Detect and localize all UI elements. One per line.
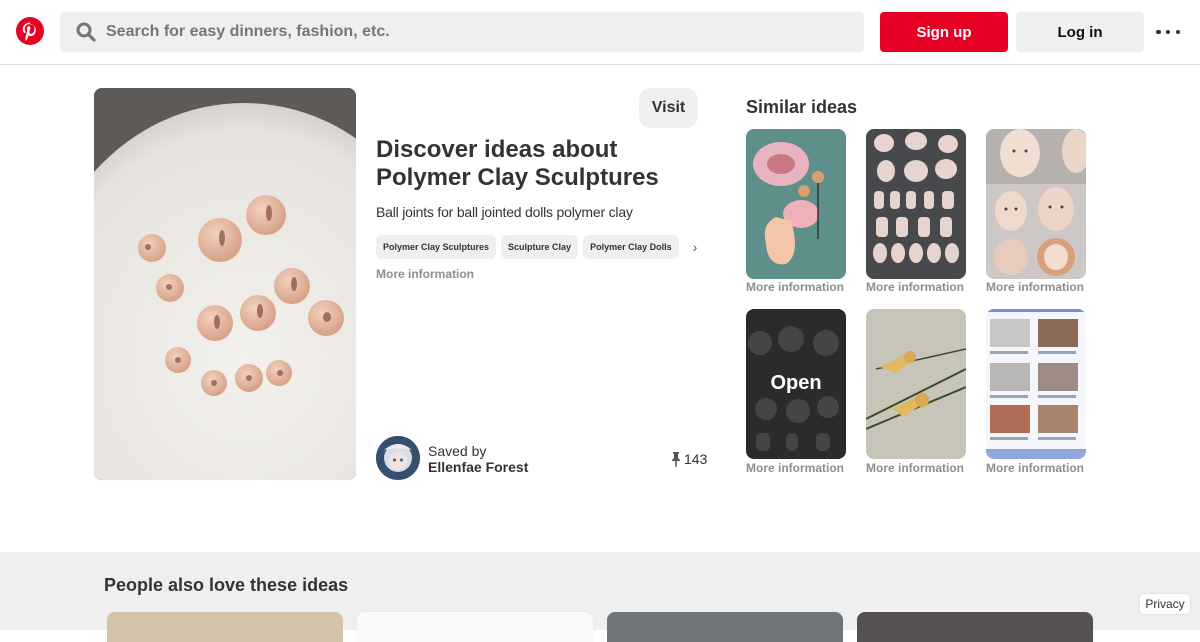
pin-description: Ball joints for ball jointed dolls polym…: [376, 204, 633, 220]
visit-button[interactable]: Visit: [639, 88, 698, 128]
idea-card[interactable]: [607, 612, 843, 642]
saved-by-label: Saved by: [428, 443, 487, 459]
more-information-link[interactable]: More information: [746, 461, 856, 475]
tag-sculpture-clay[interactable]: Sculpture Clay: [501, 235, 579, 259]
similar-ideas-heading: Similar ideas: [746, 97, 858, 117]
more-information-link[interactable]: More information: [376, 267, 474, 281]
similar-idea-thumb[interactable]: [986, 309, 1086, 459]
people-also-love-section: People also love these ideas: [0, 552, 1200, 642]
pin-image[interactable]: [94, 88, 356, 480]
more-information-link[interactable]: More information: [866, 280, 976, 294]
tag-polymer-clay-dolls[interactable]: Polymer Clay Dolls: [583, 235, 679, 259]
pin-title: Discover ideas about Polymer Clay Sculpt…: [376, 136, 659, 191]
similar-idea-thumb[interactable]: [746, 129, 846, 279]
pin-icon: [672, 452, 680, 467]
idea-card[interactable]: [107, 612, 343, 642]
avatar[interactable]: [376, 436, 420, 480]
top-header: Sign up Log in: [0, 0, 1200, 65]
search-bar[interactable]: [60, 12, 864, 52]
more-information-link[interactable]: More information: [986, 280, 1096, 294]
sign-up-button[interactable]: Sign up: [880, 12, 1008, 52]
similar-idea-thumb[interactable]: [866, 309, 966, 459]
tag-list: Polymer Clay Sculptures Sculpture Clay P…: [376, 235, 706, 259]
repin-count-value: 143: [684, 451, 708, 467]
similar-idea-thumb[interactable]: Open: [746, 309, 846, 459]
chevron-right-icon[interactable]: ›: [684, 235, 706, 259]
idea-card[interactable]: [857, 612, 1093, 642]
similar-idea-thumb[interactable]: [866, 129, 966, 279]
more-information-link[interactable]: More information: [746, 280, 856, 294]
repin-count: 143: [670, 450, 707, 468]
more-options-icon[interactable]: [1156, 22, 1180, 42]
people-also-love-heading: People also love these ideas: [104, 575, 349, 595]
more-information-link[interactable]: More information: [866, 461, 976, 475]
idea-card[interactable]: [357, 612, 593, 642]
log-in-button[interactable]: Log in: [1016, 12, 1144, 52]
similar-idea-thumb[interactable]: [986, 129, 1086, 279]
more-information-link[interactable]: More information: [986, 461, 1096, 475]
privacy-button[interactable]: Privacy: [1140, 594, 1190, 614]
search-icon: [76, 22, 96, 42]
pinterest-logo-icon[interactable]: [16, 17, 44, 45]
saver-name-link[interactable]: Ellenfae Forest: [428, 459, 528, 475]
search-input[interactable]: [106, 12, 846, 52]
tag-polymer-clay-sculptures[interactable]: Polymer Clay Sculptures: [376, 235, 497, 259]
open-overlay-label[interactable]: Open: [746, 372, 846, 395]
